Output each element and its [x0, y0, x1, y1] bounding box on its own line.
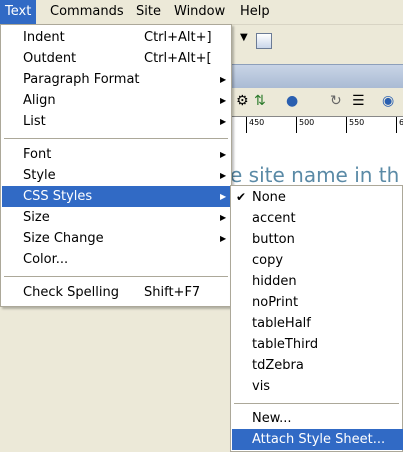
- document-toolbar: ▼: [232, 26, 403, 58]
- ruler-label: 6: [399, 118, 403, 127]
- ruler-label: 450: [249, 118, 265, 127]
- style-item-copy[interactable]: copy: [232, 250, 403, 271]
- visual-aids-icon[interactable]: ◉: [382, 93, 394, 109]
- sort-icon[interactable]: ⇅: [254, 93, 266, 109]
- style-item-tablethird[interactable]: tableThird: [232, 334, 403, 355]
- dropdown-arrow-icon[interactable]: ▼: [240, 32, 248, 43]
- view-options-icon[interactable]: ⚙: [236, 93, 249, 109]
- menu-item-style[interactable]: Style ▶: [2, 165, 230, 186]
- menu-item-outdent[interactable]: Outdent Ctrl+Alt+[: [2, 48, 230, 69]
- style-item-new[interactable]: New...: [232, 408, 403, 429]
- insert-toolbar: ⚙ ⇅ ● ↻ ☰ ◉: [232, 88, 403, 116]
- menu-item-paragraph-format[interactable]: Paragraph Format ▶: [2, 69, 230, 90]
- style-item-tablehalf[interactable]: tableHalf: [232, 313, 403, 334]
- ruler-label: 550: [349, 118, 365, 127]
- submenu-arrow-icon: ▶: [220, 75, 227, 84]
- horizontal-ruler: 450 500 550 6: [232, 116, 403, 134]
- menu-item-color[interactable]: Color...: [2, 249, 230, 270]
- checkmark-icon: ✔: [236, 190, 247, 204]
- list-options-icon[interactable]: ☰: [352, 93, 365, 109]
- menu-window[interactable]: Window: [169, 0, 230, 24]
- menubar: Text Commands Site Window Help: [0, 0, 403, 25]
- submenu-arrow-icon: ▶: [220, 234, 227, 243]
- browser-preview-icon[interactable]: [256, 33, 272, 49]
- css-styles-submenu: ✔ None accent button copy hidden noPrint…: [230, 185, 403, 452]
- refresh-icon[interactable]: ↻: [330, 93, 342, 109]
- submenu-arrow-icon: ▶: [220, 171, 227, 180]
- submenu-arrow-icon: ▶: [220, 96, 227, 105]
- style-item-accent[interactable]: accent: [232, 208, 403, 229]
- menu-item-align[interactable]: Align ▶: [2, 90, 230, 111]
- style-item-attach-style-sheet[interactable]: Attach Style Sheet...: [232, 429, 403, 450]
- menu-site[interactable]: Site: [131, 0, 166, 24]
- menu-item-indent[interactable]: Indent Ctrl+Alt+]: [2, 27, 230, 48]
- style-item-noprint[interactable]: noPrint: [232, 292, 403, 313]
- style-item-tdzebra[interactable]: tdZebra: [232, 355, 403, 376]
- menu-item-list[interactable]: List ▶: [2, 111, 230, 132]
- menu-item-check-spelling[interactable]: Check Spelling Shift+F7: [2, 282, 230, 303]
- menu-item-font[interactable]: Font ▶: [2, 144, 230, 165]
- ruler-label: 500: [299, 118, 315, 127]
- menu-text[interactable]: Text: [0, 0, 37, 24]
- text-menu: Indent Ctrl+Alt+] Outdent Ctrl+Alt+[ Par…: [0, 24, 232, 307]
- menu-separator: [4, 138, 228, 139]
- globe-icon[interactable]: ●: [286, 93, 298, 109]
- submenu-arrow-icon: ▶: [220, 117, 227, 126]
- menu-separator: [234, 403, 399, 404]
- menu-item-size-change[interactable]: Size Change ▶: [2, 228, 230, 249]
- menu-item-size[interactable]: Size ▶: [2, 207, 230, 228]
- document-titlebar: [232, 64, 403, 89]
- style-item-button[interactable]: button: [232, 229, 403, 250]
- submenu-arrow-icon: ▶: [220, 192, 227, 201]
- menu-separator: [4, 276, 228, 277]
- style-item-hidden[interactable]: hidden: [232, 271, 403, 292]
- menu-commands[interactable]: Commands: [45, 0, 129, 24]
- menu-item-css-styles[interactable]: CSS Styles ▶: [2, 186, 230, 207]
- style-item-none[interactable]: ✔ None: [232, 187, 403, 208]
- site-name-text: e site name in th: [230, 163, 400, 187]
- submenu-arrow-icon: ▶: [220, 213, 227, 222]
- menu-help[interactable]: Help: [235, 0, 275, 24]
- style-item-vis[interactable]: vis: [232, 376, 403, 397]
- submenu-arrow-icon: ▶: [220, 150, 227, 159]
